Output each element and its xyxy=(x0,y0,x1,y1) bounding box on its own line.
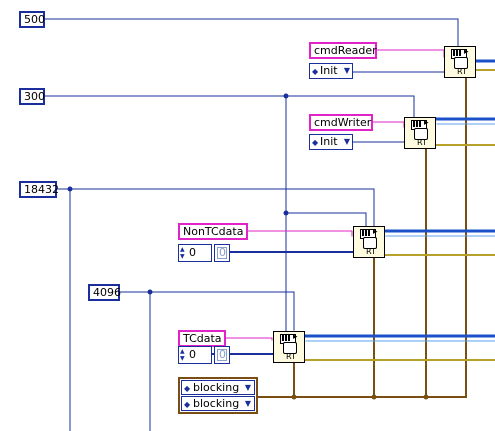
wire-TCdata xyxy=(224,337,273,342)
rt-fifo-create-vi-cmdReader[interactable]: ▸ RT xyxy=(444,46,476,78)
arrow-icon: ▸ xyxy=(424,117,429,127)
spinner-icon[interactable]: ▲ ▼ xyxy=(180,246,185,260)
rt-fifo-create-vi-NonTCdata[interactable]: ▸ RT xyxy=(353,226,385,258)
ring-arrows-icon: ◆ xyxy=(184,400,191,409)
ring-arrows-icon: ◆ xyxy=(312,67,319,76)
block-diagram-wires xyxy=(43,18,495,431)
index-value: 0 xyxy=(189,246,196,259)
constant-18432[interactable]: 18432 xyxy=(19,181,59,198)
string-cmdWriter[interactable]: cmdWriter xyxy=(309,114,373,131)
enum-label: blocking xyxy=(193,381,240,394)
arrow-icon: ▸ xyxy=(293,331,298,341)
constant-300[interactable]: 300 xyxy=(19,88,45,105)
wire-4096 xyxy=(119,291,295,331)
chevron-down-icon[interactable]: ▼ xyxy=(245,397,251,410)
ring-arrows-icon: ◆ xyxy=(312,138,319,147)
junction-enum2 xyxy=(371,394,377,400)
arrow-icon: ▸ xyxy=(464,46,469,56)
chevron-down-icon[interactable]: ▼ xyxy=(245,381,251,394)
string-TCdata[interactable]: TCdata xyxy=(178,330,226,347)
array-NonTCdata[interactable]: ▲ ▼ 0 0 xyxy=(178,244,232,262)
chevron-down-icon[interactable]: ▼ xyxy=(344,135,350,149)
array-TCdata[interactable]: ▲ ▼ 0 0 xyxy=(178,346,232,364)
rt-label: RT xyxy=(417,138,427,147)
index-value: 0 xyxy=(189,348,196,361)
wire-cmdReader xyxy=(375,49,445,58)
enum-cluster-blocking[interactable]: ◆ blocking ▼ ◆ blocking ▼ xyxy=(178,377,258,414)
wire-18432 xyxy=(55,188,375,227)
rt-label: RT xyxy=(457,67,467,76)
array-element[interactable]: 0 xyxy=(214,346,230,364)
ring-label: Init xyxy=(320,64,338,77)
ring-cmdReader-init[interactable]: ◆ Init ▼ xyxy=(309,63,353,79)
string-cmdReader[interactable]: cmdReader xyxy=(309,42,377,59)
array-index[interactable]: ▲ ▼ 0 xyxy=(178,346,212,364)
ring-cmdWriter-init[interactable]: ◆ Init ▼ xyxy=(309,134,353,150)
rt-fifo-create-vi-cmdWriter[interactable]: ▸ RT xyxy=(404,117,436,149)
ring-arrows-icon: ◆ xyxy=(184,384,191,393)
enum-label: blocking xyxy=(193,397,240,410)
arrow-icon: ▸ xyxy=(373,226,378,236)
junction-18432 xyxy=(67,186,73,192)
rt-fifo-create-vi-TCdata[interactable]: ▸ RT xyxy=(273,331,305,363)
element-value: 0 xyxy=(217,348,227,361)
constant-4096[interactable]: 4096 xyxy=(88,284,121,301)
junction-enum3 xyxy=(423,394,429,400)
wire-500 xyxy=(43,18,459,48)
string-NonTCdata[interactable]: NonTCdata xyxy=(178,223,248,240)
chevron-down-icon[interactable]: ▼ xyxy=(344,64,350,78)
wire-300-branch2 xyxy=(285,212,367,227)
ring-label: Init xyxy=(320,135,338,148)
spinner-icon[interactable]: ▲ ▼ xyxy=(180,348,185,362)
constant-500[interactable]: 500 xyxy=(19,11,45,28)
junction-enum1 xyxy=(291,394,297,400)
wire-300-branch xyxy=(275,95,287,339)
array-element[interactable]: 0 xyxy=(214,244,230,262)
rt-label: RT xyxy=(286,352,296,361)
rt-label: RT xyxy=(366,247,376,256)
wire-cmdWriter xyxy=(371,121,405,129)
enum-blocking-2[interactable]: ◆ blocking ▼ xyxy=(181,396,255,411)
enum-blocking-1[interactable]: ◆ blocking ▼ xyxy=(181,380,255,395)
element-value: 0 xyxy=(217,246,227,259)
junction-300 xyxy=(283,93,289,99)
wire-NonTCdata xyxy=(247,230,353,237)
junction-4096 xyxy=(147,289,153,295)
junction-300-b xyxy=(283,210,289,216)
array-index[interactable]: ▲ ▼ 0 xyxy=(178,244,212,262)
